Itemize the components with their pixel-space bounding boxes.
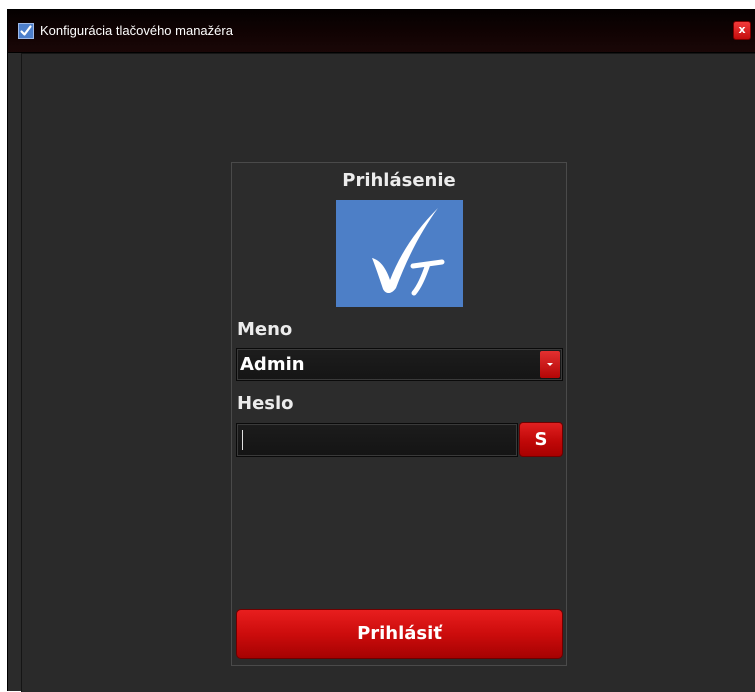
app-window: Konfigurácia tlačového manažéra x Prihlá…	[7, 9, 755, 692]
title-bar[interactable]: Konfigurácia tlačového manažéra x	[8, 10, 755, 53]
close-button[interactable]: x	[733, 21, 751, 40]
dropdown-button[interactable]	[540, 351, 560, 378]
text-caret	[242, 430, 243, 450]
username-value: Admin	[240, 354, 305, 375]
username-label: Meno	[237, 319, 293, 340]
login-title: Prihlásenie	[342, 170, 456, 191]
window-content: Prihlásenie Meno Admin Heslo S Prihlásiť	[21, 53, 755, 692]
login-button[interactable]: Prihlásiť	[236, 609, 563, 659]
password-label: Heslo	[237, 393, 294, 414]
username-select[interactable]: Admin	[236, 348, 563, 381]
chevron-down-icon	[547, 363, 553, 366]
login-panel: Prihlásenie Meno Admin Heslo S Prihlásiť	[231, 162, 567, 666]
checkmark-app-icon	[18, 23, 34, 39]
checkmark-t-logo	[336, 200, 463, 307]
show-password-button[interactable]: S	[519, 422, 563, 457]
window-title: Konfigurácia tlačového manažéra	[40, 23, 233, 38]
password-input[interactable]	[236, 423, 518, 457]
